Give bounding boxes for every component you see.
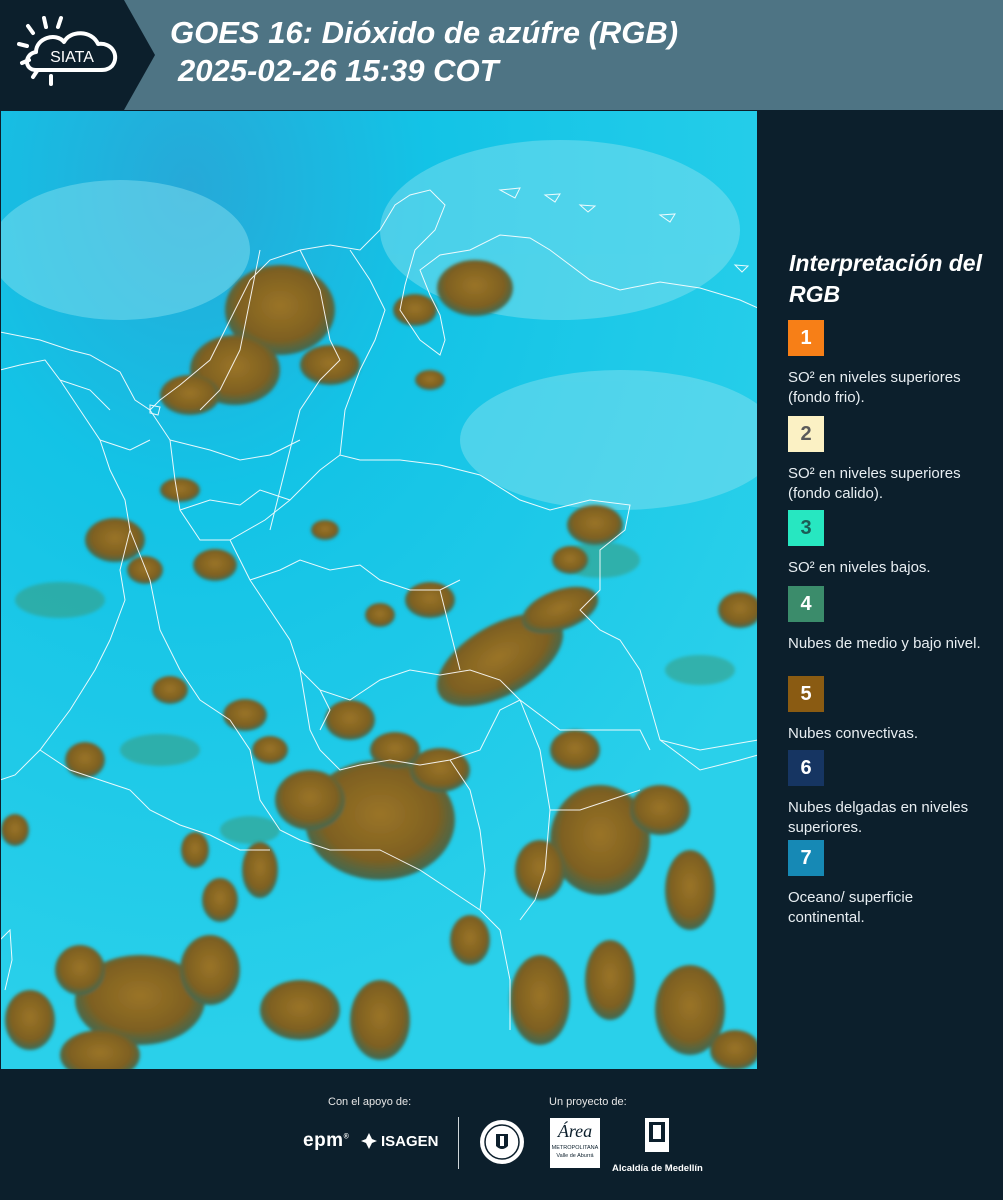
legend-desc-7: Oceano/ superficie continental. <box>788 889 914 926</box>
medellin-seal <box>478 1118 526 1171</box>
legend-item-7: 7 Oceano/ superficie continental. <box>788 840 993 928</box>
legend-item-3: 3 SO² en niveles bajos. <box>788 510 993 578</box>
legend-swatch-3: 3 <box>788 510 824 546</box>
title-line-1: GOES 16: Dióxido de azúfre (RGB) <box>170 15 679 50</box>
project-caption: Un proyecto de: <box>549 1096 627 1108</box>
legend-item-4: 4 Nubes de medio y bajo nivel. <box>788 586 993 654</box>
legend-swatch-2: 2 <box>788 416 824 452</box>
legend-desc-4: Nubes de medio y bajo nivel. <box>788 635 981 652</box>
coat-of-arms-icon <box>645 1118 669 1152</box>
area-logo-sub2: Valle de Aburrá <box>556 1153 594 1159</box>
alcaldia-text: Alcaldía de Medellín <box>612 1163 703 1174</box>
siata-logo: SIATA <box>0 0 155 110</box>
legend-item-5: 5 Nubes convectivas. <box>788 676 993 744</box>
legend-item-2: 2 SO² en niveles superiores (fondo calid… <box>788 416 993 504</box>
area-logo-sub1: METROPOLITANA <box>551 1145 599 1151</box>
legend-swatch-6: 6 <box>788 750 824 786</box>
legend-panel: Interpretación del RGB 1 SO² en niveles … <box>758 110 1003 1070</box>
epm-text: epm <box>303 1130 344 1151</box>
support-caption: Con el apoyo de: <box>328 1096 412 1108</box>
satellite-map[interactable] <box>0 110 758 1070</box>
legend-desc-2: SO² en niveles superiores (fondo calido)… <box>788 465 961 502</box>
isagen-icon <box>361 1133 377 1149</box>
legend-desc-6: Nubes delgadas en niveles superiores. <box>788 799 969 836</box>
legend-swatch-5: 5 <box>788 676 824 712</box>
legend-swatch-1: 1 <box>788 320 824 356</box>
header-bar: SIATA GOES 16: Dióxido de azúfre (RGB) 2… <box>0 0 1003 110</box>
seal-icon <box>480 1120 524 1164</box>
footer: Con el apoyo de: Un proyecto de: epm® IS… <box>0 1070 1003 1200</box>
legend-swatch-4: 4 <box>788 586 824 622</box>
legend-title: Interpretación del RGB <box>789 250 982 307</box>
alcaldia-logo: Alcaldía de Medellín <box>612 1116 703 1174</box>
legend-desc-3: SO² en niveles bajos. <box>788 559 931 576</box>
logo-text: SIATA <box>50 49 94 66</box>
title-line-2: 2025-02-26 15:39 COT <box>178 53 499 88</box>
legend-desc-1: SO² en niveles superiores (fondo frio). <box>788 369 961 406</box>
isagen-logo: ISAGEN <box>360 1132 439 1150</box>
legend-desc-5: Nubes convectivas. <box>788 725 919 742</box>
page-title: GOES 16: Dióxido de azúfre (RGB) 2025-02… <box>170 14 678 90</box>
legend-swatch-7: 7 <box>788 840 824 876</box>
isagen-text: ISAGEN <box>381 1132 439 1150</box>
legend-item-1: 1 SO² en niveles superiores (fondo frio)… <box>788 320 993 408</box>
legend-item-6: 6 Nubes delgadas en niveles superiores. <box>788 750 993 838</box>
area-metropolitana-logo: Área METROPOLITANA Valle de Aburrá <box>550 1118 600 1168</box>
epm-logo: epm® <box>303 1130 350 1151</box>
area-logo-text: Área <box>557 1121 593 1141</box>
footer-divider <box>458 1117 459 1169</box>
